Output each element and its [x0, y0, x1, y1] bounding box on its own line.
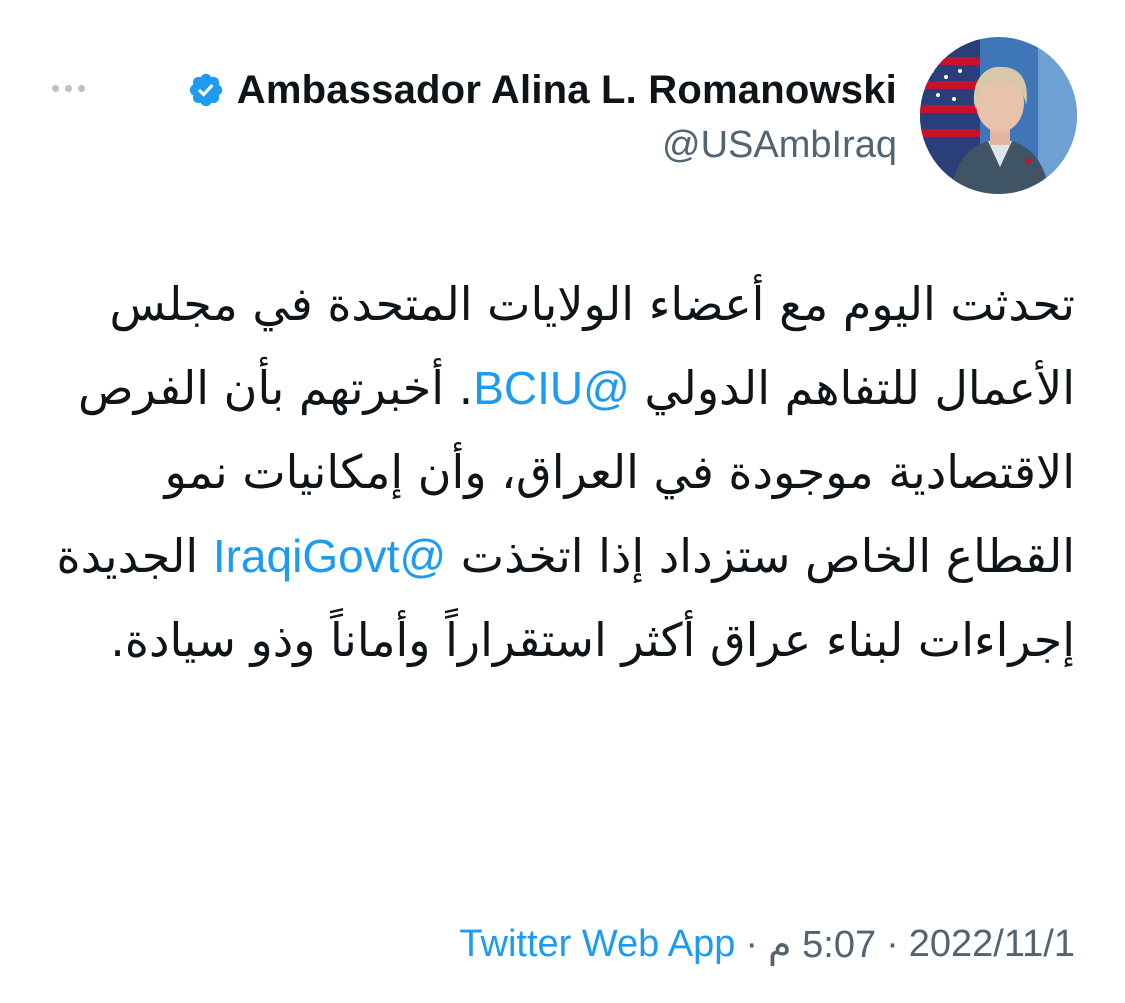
more-dot: [78, 84, 85, 92]
tweet-text: تحدثت اليوم مع أعضاء الولايات المتحدة في…: [52, 262, 1075, 682]
more-options-button[interactable]: [52, 80, 98, 96]
mention-bciu-link[interactable]: @BCIU: [473, 362, 630, 414]
author-name-row: Ambassador Alina L. Romanowski: [187, 62, 897, 118]
verified-badge-icon: [189, 73, 223, 107]
more-horizontal-icon: [52, 84, 59, 92]
meta-separator: ·: [886, 923, 899, 965]
tweet-time[interactable]: 5:07 م: [768, 922, 876, 967]
author-handle[interactable]: @USAmbIraq: [187, 124, 897, 167]
tweet-meta: Twitter Web App · 5:07 م · 2022/11/1: [459, 922, 1075, 967]
avatar-image: [920, 37, 1077, 194]
more-dot: [65, 84, 72, 92]
avatar[interactable]: [920, 37, 1077, 194]
tweet-date[interactable]: 2022/11/1: [909, 923, 1075, 966]
author-info[interactable]: Ambassador Alina L. Romanowski @USAmbIra…: [187, 62, 897, 167]
mention-iraqigovt-link[interactable]: @IraqiGovt: [213, 530, 446, 582]
source-app-link[interactable]: Twitter Web App: [459, 923, 735, 966]
meta-separator: ·: [745, 923, 759, 965]
author-display-name[interactable]: Ambassador Alina L. Romanowski: [237, 68, 897, 113]
